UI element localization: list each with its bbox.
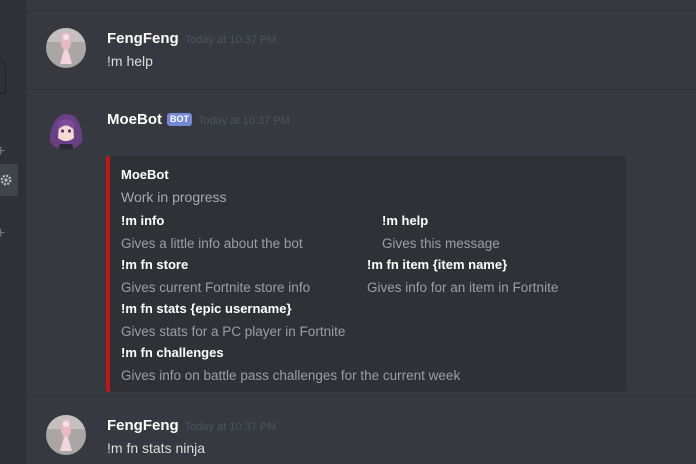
timestamp: Today at 10:37 PM bbox=[184, 34, 277, 46]
timestamp: Today at 10:37 PM bbox=[198, 115, 290, 127]
message-divider bbox=[26, 10, 696, 11]
username[interactable]: FengFeng bbox=[107, 30, 179, 47]
embed-field-name: !m fn store bbox=[121, 257, 189, 272]
message-divider bbox=[26, 396, 696, 397]
embed-field-value: Gives info for an item in Fortnite bbox=[367, 280, 559, 295]
message-divider bbox=[26, 89, 696, 90]
rich-embed: MoeBot Work in progress !m info Gives a … bbox=[106, 156, 626, 392]
plus-icon[interactable]: + bbox=[0, 226, 8, 242]
embed-field-name: !m help bbox=[382, 213, 429, 228]
embed-description: Work in progress bbox=[121, 189, 227, 205]
embed-field-value: Gives a little info about the bot bbox=[121, 236, 303, 251]
avatar[interactable] bbox=[46, 28, 86, 68]
embed-field-value: Gives this message bbox=[382, 236, 500, 251]
avatar[interactable] bbox=[46, 415, 86, 455]
embed-field-value: Gives info on battle pass challenges for… bbox=[121, 368, 461, 383]
embed-field-name: !m fn challenges bbox=[121, 345, 224, 360]
embed-field-value: Gives current Fortnite store info bbox=[121, 280, 311, 295]
message-content: !m fn stats ninja bbox=[107, 440, 206, 456]
username[interactable]: MoeBot bbox=[107, 111, 162, 128]
bot-tag-badge: BOT bbox=[167, 113, 192, 126]
message-content: !m help bbox=[107, 53, 153, 69]
channel-sidebar: + + bbox=[0, 0, 26, 464]
embed-field-name: !m info bbox=[121, 213, 165, 228]
gear-icon[interactable] bbox=[0, 164, 18, 196]
plus-icon[interactable]: + bbox=[0, 144, 8, 160]
username[interactable]: FengFeng bbox=[107, 417, 179, 434]
embed-field-name: !m fn item {item name} bbox=[367, 257, 508, 272]
timestamp: Today at 10:37 PM bbox=[184, 421, 277, 433]
embed-title: MoeBot bbox=[121, 167, 169, 182]
avatar[interactable] bbox=[46, 110, 86, 150]
embed-field-name: !m fn stats {epic username} bbox=[121, 301, 292, 316]
embed-field-value: Gives stats for a PC player in Fortnite bbox=[121, 324, 346, 339]
sidebar-search-input[interactable] bbox=[0, 62, 6, 94]
